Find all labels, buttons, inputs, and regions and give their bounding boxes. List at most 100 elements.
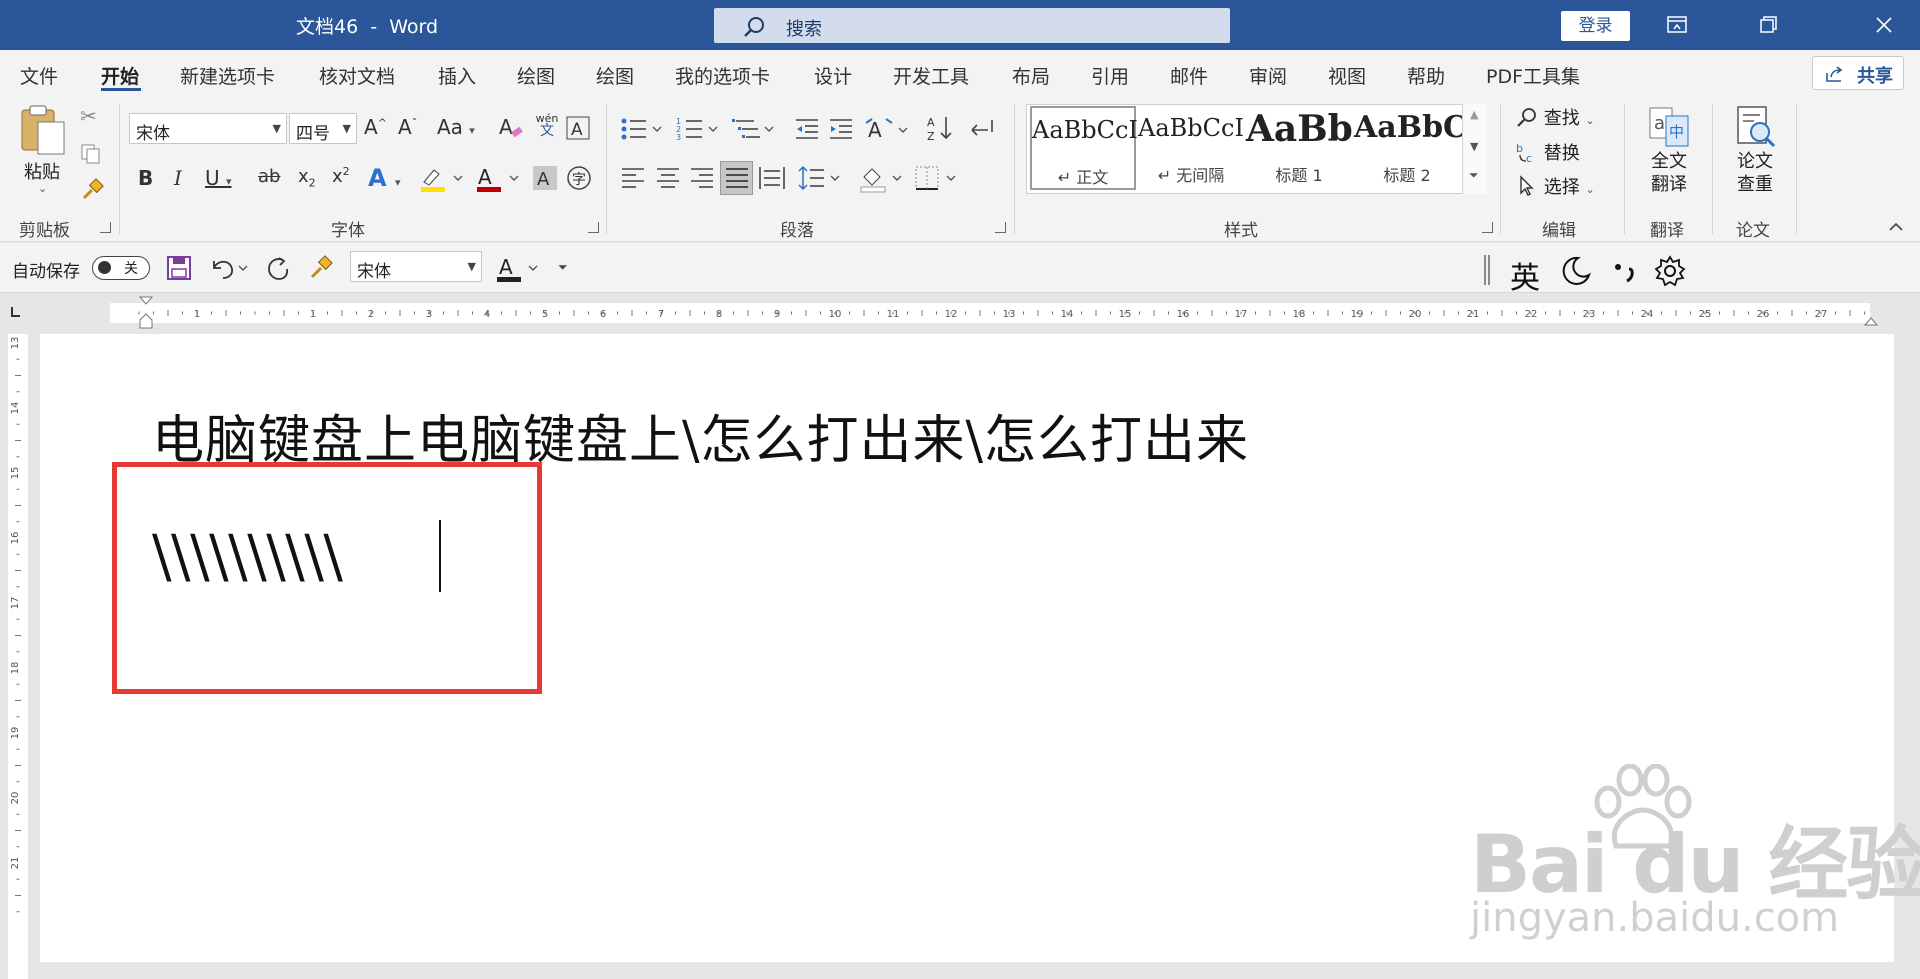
undo-icon[interactable] [208, 255, 248, 281]
chinese-layout-icon[interactable]: A [866, 115, 910, 143]
tab-help[interactable]: 帮助 [1407, 62, 1445, 89]
share-button[interactable]: 共享 [1812, 56, 1904, 90]
tab-check-document[interactable]: 核对文档 [319, 62, 395, 89]
numbering-icon[interactable]: 123 [676, 116, 720, 142]
cut-icon[interactable]: ✂ [80, 106, 97, 126]
format-painter-icon[interactable] [308, 255, 334, 281]
show-formatting-marks-icon[interactable] [968, 116, 996, 142]
borders-icon[interactable] [914, 165, 958, 191]
phonetic-guide-icon[interactable]: wén 文 [534, 113, 560, 138]
change-case-button[interactable]: Aa ▾ [437, 117, 475, 137]
bullets-icon[interactable] [620, 116, 664, 142]
multilevel-list-icon[interactable] [732, 116, 776, 142]
autosave-toggle[interactable]: 关 [92, 256, 150, 280]
ime-language-label[interactable]: 英 [1510, 253, 1540, 297]
highlight-color-icon[interactable] [420, 164, 466, 194]
replace-button[interactable]: bc 替换 [1516, 139, 1580, 165]
select-button[interactable]: 选择 ⌄ [1516, 173, 1595, 199]
tab-selector-icon[interactable] [8, 304, 24, 320]
clear-formatting-icon[interactable]: A [498, 115, 524, 141]
ime-grip-icon[interactable] [1484, 255, 1490, 285]
font-color-icon[interactable]: A [476, 164, 522, 194]
grow-font-icon[interactable]: A^ [364, 117, 387, 137]
line-spacing-icon[interactable] [798, 165, 842, 191]
character-shading-icon[interactable]: A [532, 165, 558, 191]
svg-text:Z: Z [927, 130, 935, 142]
character-border-icon[interactable]: A [566, 116, 590, 140]
paste-button[interactable]: 粘贴 ⌄ [18, 104, 68, 195]
ruler-label: 9 [774, 309, 780, 320]
font-size-dropdown[interactable]: 四号 ▼ [289, 113, 357, 144]
style-no-spacing[interactable]: AaBbCcI ↵ 无间隔 [1138, 106, 1244, 190]
collapse-ribbon-icon[interactable] [1888, 222, 1904, 232]
login-button[interactable]: 登录 [1561, 11, 1630, 41]
qat-font-color-icon[interactable]: A [496, 254, 542, 284]
align-right-icon[interactable] [689, 165, 715, 191]
tab-file[interactable]: 文件 [20, 62, 58, 89]
ime-toolbar: 英 [1484, 249, 1700, 296]
superscript-icon[interactable]: x2 [332, 166, 350, 186]
justify-button[interactable] [720, 161, 753, 195]
more-styles-icon[interactable]: ⏷ [1469, 168, 1479, 183]
tab-new-tab[interactable]: 新建选项卡 [180, 62, 275, 89]
shrink-font-icon[interactable]: Aˇ [398, 117, 417, 137]
save-icon[interactable] [166, 255, 192, 281]
align-left-icon[interactable] [620, 165, 646, 191]
tab-layout[interactable]: 布局 [1012, 62, 1050, 89]
style-normal[interactable]: AaBbCcI ↵ 正文 [1030, 106, 1138, 190]
tab-design[interactable]: 设计 [814, 62, 852, 89]
styles-scroll[interactable]: ▲ ▼ ⏷ [1462, 104, 1486, 194]
full-translate-button[interactable]: a中 全文 翻译 [1642, 104, 1696, 196]
paper-check-button[interactable]: 论文 查重 [1728, 104, 1782, 196]
decrease-indent-icon[interactable] [794, 116, 820, 142]
sort-icon[interactable]: AZ [926, 114, 954, 142]
paragraph-launcher-icon[interactable] [995, 222, 1006, 233]
settings-gear-icon[interactable] [1654, 255, 1686, 287]
text-effects-icon[interactable]: A ▾ [368, 166, 400, 190]
tab-mailings[interactable]: 邮件 [1170, 62, 1208, 89]
find-button[interactable]: 查找 ⌄ [1516, 104, 1595, 130]
bold-icon[interactable]: B [138, 168, 153, 188]
tab-view[interactable]: 视图 [1328, 62, 1366, 89]
tab-review[interactable]: 审阅 [1249, 62, 1287, 89]
shading-icon[interactable] [860, 165, 904, 193]
chevron-down-icon[interactable]: ▼ [1470, 140, 1478, 153]
cursor-arrow-icon [1520, 175, 1534, 196]
punctuation-icon[interactable] [1610, 255, 1640, 287]
tab-home[interactable]: 开始 [101, 62, 139, 89]
strikethrough-icon[interactable]: ab [258, 168, 280, 186]
chevron-up-icon[interactable]: ▲ [1470, 108, 1478, 121]
redo-icon[interactable] [265, 255, 291, 281]
tab-references[interactable]: 引用 [1091, 62, 1129, 89]
italic-icon[interactable]: I [174, 168, 182, 188]
style-heading-1[interactable]: AaBb 标题 1 [1246, 106, 1353, 190]
restore-window-icon[interactable] [1746, 8, 1790, 42]
tab-pdf-tools[interactable]: PDF工具集 [1486, 62, 1580, 89]
tab-my-tab[interactable]: 我的选项卡 [675, 62, 770, 89]
indent-marker-icon[interactable] [139, 296, 153, 330]
font-name-dropdown[interactable]: 宋体 ▼ [129, 113, 287, 144]
moon-icon[interactable] [1560, 255, 1592, 287]
ribbon-display-options-icon[interactable] [1655, 8, 1699, 42]
increase-indent-icon[interactable] [828, 116, 854, 142]
right-indent-marker-icon[interactable] [1864, 314, 1878, 326]
font-launcher-icon[interactable] [588, 222, 599, 233]
copy-icon[interactable] [80, 143, 102, 165]
align-center-icon[interactable] [655, 165, 681, 191]
enclose-characters-icon[interactable]: 字 [566, 165, 592, 191]
styles-launcher-icon[interactable] [1482, 222, 1493, 233]
tab-draw-2[interactable]: 绘图 [596, 62, 634, 89]
tab-developer[interactable]: 开发工具 [893, 62, 969, 89]
search-box[interactable]: 搜索 [714, 8, 1230, 43]
customize-qat-icon[interactable]: ⏷ [558, 260, 568, 275]
close-window-icon[interactable] [1862, 8, 1906, 42]
style-heading-2[interactable]: AaBbC 标题 2 [1354, 106, 1467, 190]
tab-insert[interactable]: 插入 [438, 62, 476, 89]
tab-draw-1[interactable]: 绘图 [517, 62, 555, 89]
qat-font-name-dropdown[interactable]: 宋体 ▼ [350, 251, 482, 282]
underline-icon[interactable]: U ▾ [205, 168, 232, 188]
format-painter-icon[interactable] [80, 178, 104, 202]
distributed-align-icon[interactable] [758, 165, 786, 191]
clipboard-launcher-icon[interactable] [100, 222, 111, 233]
subscript-icon[interactable]: x2 [298, 168, 316, 189]
